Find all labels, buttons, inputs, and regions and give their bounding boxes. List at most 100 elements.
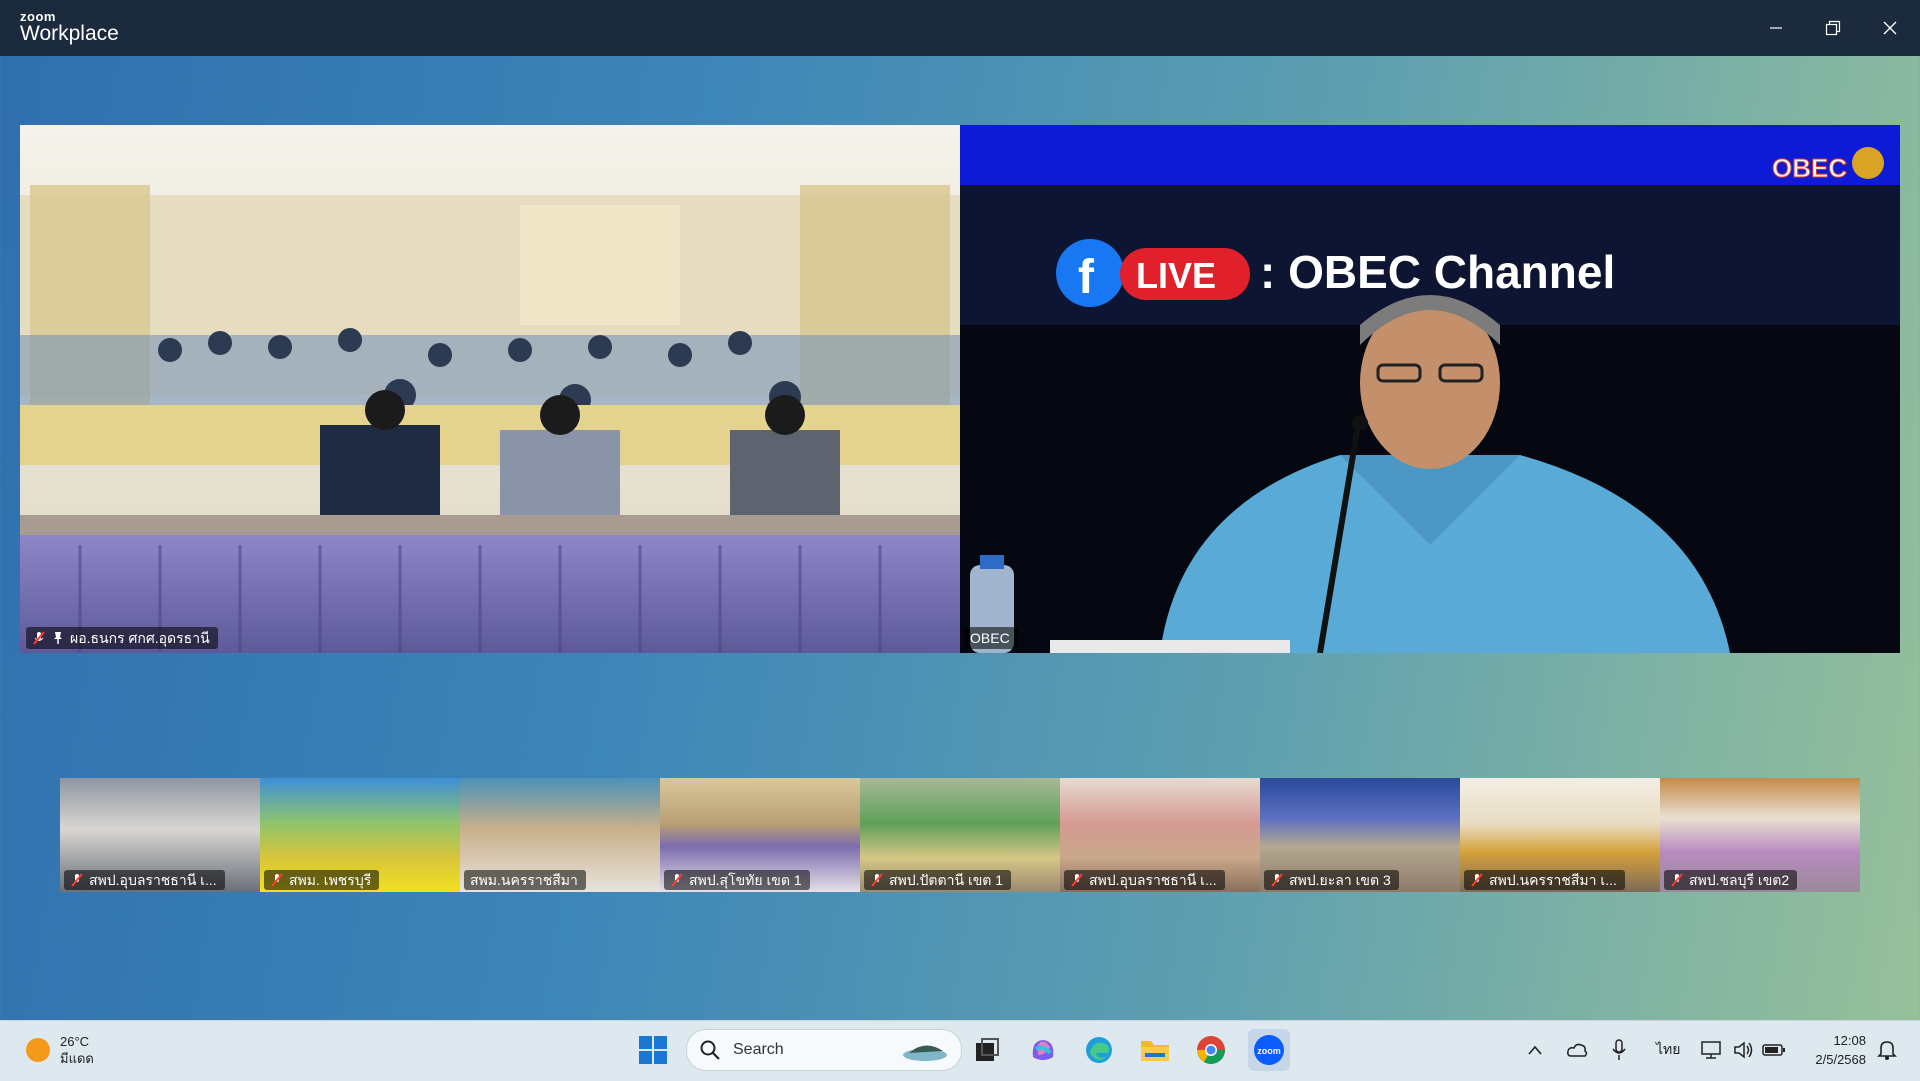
- battery-icon: [1762, 1044, 1785, 1056]
- task-view-button[interactable]: [968, 1031, 1006, 1069]
- mic-muted-icon: [671, 873, 683, 887]
- participant-name-tag: ผอ.ธนกร ศกศ.อุดรธานี: [26, 627, 218, 649]
- participant-thumbnail[interactable]: สพป.อุบลราชธานี เ...: [1060, 778, 1260, 892]
- participant-name-tag: สพป.อุบลราชธานี เ...: [1064, 870, 1225, 890]
- show-hidden-icons-button[interactable]: [1520, 1031, 1550, 1069]
- edge-browser-icon: [1086, 1037, 1112, 1063]
- chrome-button[interactable]: [1192, 1031, 1230, 1069]
- weather-text: 26°C มีแดด: [60, 1033, 94, 1067]
- mic-muted-icon: [271, 873, 283, 887]
- search-highlight-bird-icon: [903, 1045, 947, 1061]
- participant-name-tag: สพป.ยะลา เขต 3: [1264, 870, 1399, 890]
- participant-name: สพป.อุบลราชธานี เ...: [1089, 872, 1217, 888]
- mic-muted-icon: [1671, 873, 1683, 887]
- participant-name-tag: สพป.ชลบุรี เขต2: [1664, 870, 1798, 890]
- restore-button[interactable]: [1805, 0, 1861, 56]
- weather-temp: 26°C: [60, 1034, 90, 1049]
- mic-muted-icon: [1271, 873, 1283, 887]
- pin-icon: [54, 632, 62, 644]
- copilot-icon: [1032, 1040, 1054, 1060]
- participant-name-tag: สพม.นครราชสีมา: [464, 870, 586, 890]
- weather-widget[interactable]: 26°C มีแดด: [26, 1033, 94, 1067]
- participant-thumbnail-strip: สพป.อุบลราชธานี เ... สพม. เพชรบุรี สพม.น…: [60, 778, 1860, 892]
- file-explorer-button[interactable]: [1136, 1031, 1174, 1069]
- participant-name: สพป.สุโขทัย เขต 1: [689, 872, 802, 888]
- zoom-taskbar-button[interactable]: zoom: [1248, 1029, 1290, 1071]
- windows-start-icon: [639, 1036, 667, 1064]
- network-icon: [1701, 1041, 1721, 1059]
- participant-thumbnail[interactable]: สพม. เพชรบุรี: [260, 778, 460, 892]
- participant-name: สพม. เพชรบุรี: [289, 872, 372, 888]
- participant-thumbnail[interactable]: สพม.นครราชสีมา: [460, 778, 660, 892]
- participant-thumbnail[interactable]: สพป.สุโขทัย เขต 1: [660, 778, 860, 892]
- taskbar-clock[interactable]: 12:08 2/5/2568: [1815, 1031, 1866, 1069]
- mic-muted-icon: [1471, 873, 1483, 887]
- participant-name-tag: สพป.ปัตตานี เขต 1: [864, 870, 1012, 890]
- participant-name: สพม.นครราชสีมา: [470, 872, 578, 888]
- edge-button[interactable]: [1080, 1031, 1118, 1069]
- notifications-button[interactable]: [1870, 1031, 1904, 1069]
- svg-text:f: f: [1078, 251, 1095, 304]
- chevron-up-icon: [1528, 1045, 1542, 1055]
- minimize-icon: [1770, 27, 1782, 29]
- taskbar-search[interactable]: Search: [686, 1029, 962, 1071]
- participant-thumbnail[interactable]: สพป.ปัตตานี เขต 1: [860, 778, 1060, 892]
- bell-icon: [1877, 1041, 1897, 1060]
- clock-date: 2/5/2568: [1815, 1052, 1866, 1067]
- input-language[interactable]: ไทย: [1656, 1039, 1680, 1061]
- svg-text:LIVE: LIVE: [1136, 255, 1216, 296]
- volume-tray[interactable]: [1729, 1031, 1759, 1069]
- battery-tray[interactable]: [1759, 1031, 1789, 1069]
- close-icon: [1883, 21, 1897, 35]
- task-view-icon: [976, 1038, 999, 1061]
- svg-text:OBEC: OBEC: [1772, 153, 1847, 183]
- participant-thumbnail[interactable]: สพป.ยะลา เขต 3: [1260, 778, 1460, 892]
- participant-name-tag: สพป.สุโขทัย เขต 1: [664, 870, 810, 890]
- mic-muted-icon: [1071, 873, 1083, 887]
- windows-taskbar: 26°C มีแดด Search zoom ไทย 12:08 2/5/256…: [0, 1020, 1920, 1081]
- mic-muted-icon: [33, 631, 45, 645]
- participant-name: สพป.อุบลราชธานี เ...: [89, 872, 217, 888]
- onedrive-tray[interactable]: [1562, 1031, 1592, 1069]
- close-button[interactable]: [1862, 0, 1918, 56]
- participant-name: สพป.ยะลา เขต 3: [1289, 872, 1391, 888]
- network-tray[interactable]: [1697, 1031, 1727, 1069]
- svg-text:zoom: zoom: [1257, 1046, 1281, 1056]
- minimize-button[interactable]: [1748, 0, 1804, 56]
- copilot-button[interactable]: [1024, 1031, 1062, 1069]
- video-tile-obec[interactable]: f LIVE : OBEC Channel OBEC OBEC: [960, 125, 1900, 653]
- obec-live-video: f LIVE : OBEC Channel OBEC: [960, 125, 1900, 653]
- zoom-workplace-logo: zoom Workplace: [20, 10, 119, 45]
- participant-name: สพป.ชลบุรี เขต2: [1689, 872, 1790, 888]
- participant-name-tag: สพป.อุบลราชธานี เ...: [64, 870, 225, 890]
- cloud-sync-icon: [1567, 1043, 1588, 1057]
- search-icon: [700, 1040, 720, 1060]
- participant-name: ผอ.ธนกร ศกศ.อุดรธานี: [70, 630, 210, 646]
- participant-name: OBEC: [970, 630, 1010, 646]
- folder-icon: [1141, 1041, 1169, 1061]
- video-tile-meeting-room[interactable]: ผอ.ธนกร ศกศ.อุดรธานี: [20, 125, 960, 653]
- participant-name-tag: OBEC: [964, 627, 1018, 649]
- chrome-icon: [1197, 1036, 1225, 1064]
- participant-thumbnail[interactable]: สพป.อุบลราชธานี เ...: [60, 778, 260, 892]
- restore-icon: [1825, 20, 1841, 36]
- weather-condition: มีแดด: [60, 1051, 94, 1066]
- microphone-tray[interactable]: [1604, 1031, 1634, 1069]
- participant-name: สพป.ปัตตานี เขต 1: [889, 872, 1004, 888]
- mic-muted-icon: [71, 873, 83, 887]
- mic-muted-icon: [871, 873, 883, 887]
- search-placeholder: Search: [733, 1041, 784, 1058]
- zoom-app-icon: zoom: [1254, 1035, 1284, 1065]
- sun-icon: [26, 1038, 50, 1062]
- title-bar: zoom Workplace: [0, 0, 1920, 56]
- speaker-icon: [1734, 1041, 1753, 1059]
- participant-thumbnail[interactable]: สพป.ชลบุรี เขต2: [1660, 778, 1860, 892]
- start-button[interactable]: [634, 1031, 672, 1069]
- microphone-icon: [1612, 1039, 1626, 1060]
- clock-time: 12:08: [1833, 1033, 1866, 1048]
- participant-name: สพป.นครราชสีมา เ...: [1489, 872, 1617, 888]
- participant-thumbnail[interactable]: สพป.นครราชสีมา เ...: [1460, 778, 1660, 892]
- meeting-room-video: [20, 125, 960, 653]
- participant-name-tag: สพม. เพชรบุรี: [264, 870, 380, 890]
- brand-workplace: Workplace: [20, 22, 119, 45]
